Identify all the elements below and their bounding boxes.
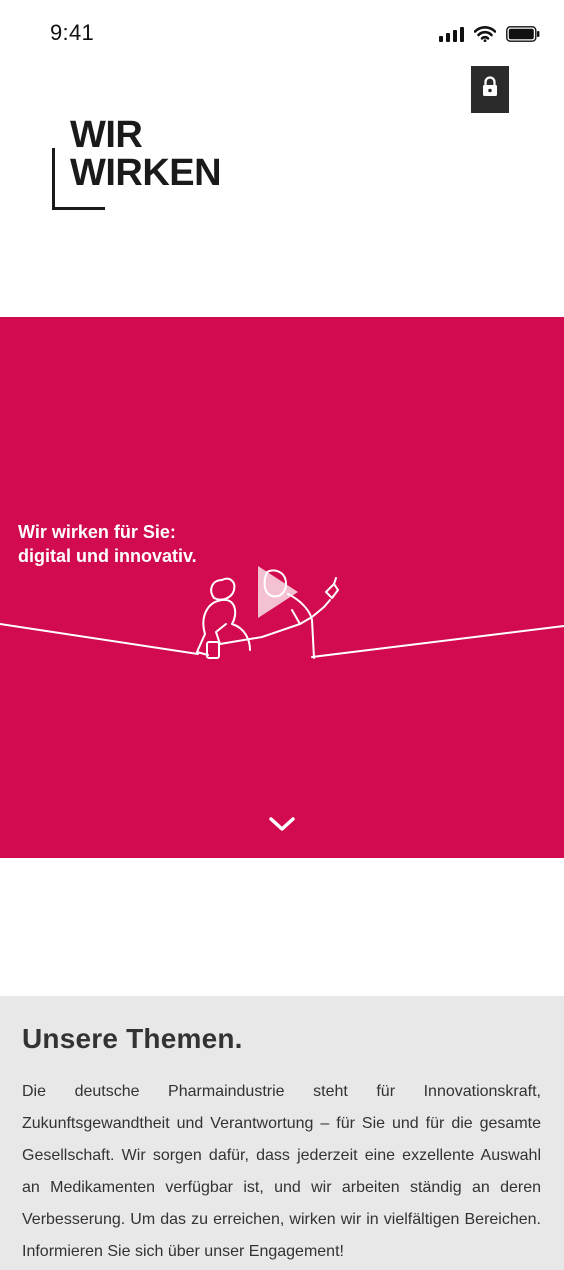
login-lock-button[interactable] (471, 66, 509, 113)
topics-section: Unsere Themen. Die deutsche Pharmaindust… (0, 996, 564, 1270)
status-bar: 9:41 (0, 0, 564, 66)
logo-text-line2: WIRKEN (70, 152, 222, 194)
play-icon (258, 566, 298, 618)
hero-headline-line1: Wir wirken für Sie: (18, 522, 176, 542)
logo-bracket (52, 148, 55, 210)
scroll-down-button[interactable] (264, 810, 300, 838)
status-icons (439, 24, 540, 44)
battery-icon (506, 26, 540, 42)
hero-headline: Wir wirken für Sie: digital und innovati… (18, 520, 197, 568)
topics-title: Unsere Themen. (22, 1023, 243, 1054)
hero-video-section: Wir wirken für Sie: digital und innovati… (0, 317, 564, 858)
topics-text: Die deutsche Pharmaindustrie steht für I… (22, 1083, 541, 1260)
status-time: 9:41 (50, 20, 95, 45)
play-video-button[interactable] (252, 562, 302, 622)
wifi-icon (474, 26, 496, 42)
logo-bracket-base (52, 207, 105, 210)
cellular-signal-icon (439, 26, 464, 42)
chevron-down-icon (269, 817, 295, 831)
wir-wirken-logo[interactable]: WIR WIRKEN (52, 114, 252, 214)
logo-text-line1: WIR (70, 114, 143, 156)
lock-icon (481, 76, 499, 103)
